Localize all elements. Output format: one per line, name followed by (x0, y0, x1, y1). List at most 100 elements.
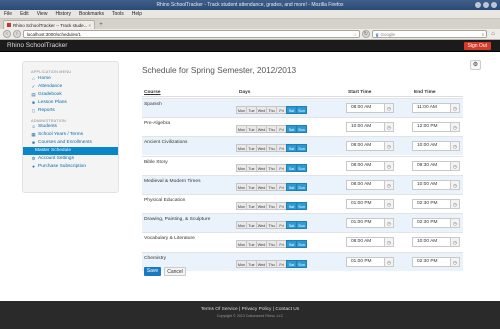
page-content: APPLICATION MENU ⌂ Home ✓ Attendance ▤ Grad… (0, 52, 500, 301)
clock-icon[interactable]: ◷ (450, 141, 460, 152)
sidebar-item-home[interactable]: ⌂ Home (23, 75, 118, 83)
menu-tools[interactable]: Tools (112, 11, 124, 17)
sidebar-item-gradebook[interactable]: ▤ Gradebook (23, 91, 118, 99)
clock-icon[interactable]: ◷ (384, 218, 394, 229)
bookmark-star-icon[interactable]: ☆ (353, 31, 357, 38)
start-time-input[interactable]: 01:00 PM (346, 256, 385, 267)
clock-icon[interactable]: ◷ (450, 160, 460, 171)
contact-link[interactable]: Contact Us (275, 307, 299, 312)
sidebar: APPLICATION MENU ⌂ Home ✓ Attendance ▤ Grad… (22, 61, 119, 193)
clock-icon[interactable]: ◷ (384, 179, 394, 190)
sidebar-item-school-years[interactable]: ▦ School Years / Terms (23, 131, 118, 139)
clock-icon[interactable]: ◷ (384, 103, 394, 113)
sidebar-item-reports[interactable]: ▯ Reports (23, 107, 118, 115)
end-time-input[interactable]: 02:30 PM (412, 256, 451, 267)
browser-tab[interactable]: Rhino SchoolTracker -- Track stude... × (3, 20, 95, 29)
home-icon[interactable]: ⌂ (489, 30, 497, 38)
check-icon: ✓ (31, 84, 36, 89)
reload-icon[interactable]: ↻ (361, 30, 370, 38)
sign-out-button[interactable]: Sign Out (463, 42, 491, 50)
clock-icon[interactable]: ◷ (384, 199, 394, 209)
application-menu-header: APPLICATION MENU (31, 70, 72, 74)
end-time-input[interactable]: 02:30 PM (412, 218, 451, 229)
menu-history[interactable]: History (55, 11, 71, 17)
forward-icon[interactable]: › (12, 30, 21, 38)
end-time-input[interactable]: 10:00 AM (412, 141, 451, 152)
day-toggle-sun[interactable]: Sun (296, 125, 307, 134)
end-time-input[interactable]: 10:00 AM (412, 237, 451, 248)
start-time-input[interactable]: 01:00 PM (346, 218, 385, 229)
terms-link[interactable]: Terms Of Service (201, 307, 238, 312)
start-time-input[interactable]: 08:00 AM (346, 179, 385, 190)
maximize-icon[interactable] (483, 2, 489, 8)
day-toggle-sun[interactable]: Sun (296, 202, 307, 210)
column-days: Days (239, 90, 251, 95)
google-icon: g (375, 31, 379, 37)
day-toggle-sun[interactable]: Sun (296, 106, 307, 114)
clock-icon[interactable]: ◷ (384, 160, 394, 171)
sidebar-item-purchase[interactable]: ● Purchase Subscription (23, 163, 118, 171)
sidebar-item-account-settings[interactable]: ⚙ Account Settings (23, 155, 118, 163)
end-time-input[interactable]: 11:00 AM (412, 103, 451, 113)
column-start-time: Start Time (348, 90, 372, 95)
menu-edit[interactable]: Edit (20, 11, 29, 17)
minimize-icon[interactable] (475, 2, 481, 8)
start-time-input[interactable]: 08:00 AM (346, 141, 385, 152)
search-input[interactable]: g Google ⌕ (371, 30, 488, 38)
day-toggle-sun[interactable]: Sun (296, 144, 307, 153)
clock-icon[interactable]: ◷ (384, 256, 394, 267)
day-toggle-sun[interactable]: Sun (296, 259, 307, 268)
cancel-button[interactable]: Cancel (164, 267, 186, 276)
menu-file[interactable]: File (4, 11, 12, 17)
start-time-input[interactable]: 08:00 AM (346, 103, 385, 113)
start-time-input[interactable]: 10:00 AM (346, 122, 385, 133)
day-toggle-sun[interactable]: Sun (296, 240, 307, 249)
settings-button[interactable]: ⚙ (470, 60, 481, 70)
menu-view[interactable]: View (37, 11, 48, 17)
day-toggle-sun[interactable]: Sun (296, 221, 307, 230)
home-icon: ⌂ (32, 76, 35, 81)
new-tab-icon[interactable]: + (97, 21, 105, 29)
sidebar-item-students[interactable]: ☺ Students (23, 123, 118, 131)
close-icon[interactable] (491, 2, 497, 8)
day-toggle-sun[interactable]: Sun (296, 163, 307, 172)
sidebar-item-lesson-plans[interactable]: ■ Lesson Plans (23, 99, 118, 107)
url-bar[interactable]: localhost:3000/schedules/1 ☆ (22, 30, 360, 38)
clock-icon[interactable]: ◷ (450, 256, 460, 267)
sidebar-item-courses[interactable]: ■ Courses and Enrollments (23, 139, 118, 147)
course-name: Medieval & Modern Times (144, 178, 201, 184)
sidebar-item-attendance[interactable]: ✓ Attendance (23, 83, 118, 91)
day-toggle-sun[interactable]: Sun (296, 182, 307, 191)
clock-icon[interactable]: ◷ (450, 237, 460, 248)
start-time-input[interactable]: 08:00 AM (346, 160, 385, 171)
back-icon[interactable]: ‹ (3, 30, 11, 38)
clock-icon[interactable]: ◷ (450, 122, 460, 133)
folder-icon: ■ (32, 100, 35, 105)
end-time-input[interactable]: 09:30 AM (412, 160, 451, 171)
menu-help[interactable]: Help (132, 11, 142, 17)
save-button[interactable]: Save (144, 267, 161, 276)
menu-bookmarks[interactable]: Bookmarks (79, 11, 104, 17)
day-toggle-group: Mon Tue Wed Thu Fri Sat Sun (236, 182, 307, 191)
end-time-input[interactable]: 02:30 PM (412, 199, 451, 209)
day-toggle-group: Mon Tue Wed Thu Fri Sat Sun (236, 240, 307, 249)
clock-icon[interactable]: ◷ (384, 122, 394, 133)
clock-icon[interactable]: ◷ (384, 141, 394, 152)
privacy-link[interactable]: Privacy Policy (242, 307, 272, 312)
tab-close-icon[interactable]: × (88, 23, 91, 28)
brand-title[interactable]: Rhino SchoolTracker (7, 40, 67, 52)
clock-icon[interactable]: ◷ (450, 179, 460, 190)
end-time-input[interactable]: 10:00 AM (412, 179, 451, 190)
start-time-input[interactable]: 01:00 PM (346, 199, 385, 209)
search-icon[interactable]: ⌕ (482, 31, 485, 38)
end-time-input[interactable]: 12:00 PM (412, 122, 451, 133)
clock-icon[interactable]: ◷ (384, 237, 394, 248)
day-toggle-group: Mon Tue Wed Thu Fri Sat Sun (236, 144, 307, 153)
folder-icon: ■ (32, 140, 35, 145)
clock-icon[interactable]: ◷ (450, 199, 460, 209)
course-name: Drawing, Painting, & Sculpture (144, 217, 211, 223)
clock-icon[interactable]: ◷ (450, 103, 460, 113)
sidebar-item-master-schedule[interactable]: Master Schedule (23, 147, 118, 155)
start-time-input[interactable]: 08:00 AM (346, 237, 385, 248)
clock-icon[interactable]: ◷ (450, 218, 460, 229)
